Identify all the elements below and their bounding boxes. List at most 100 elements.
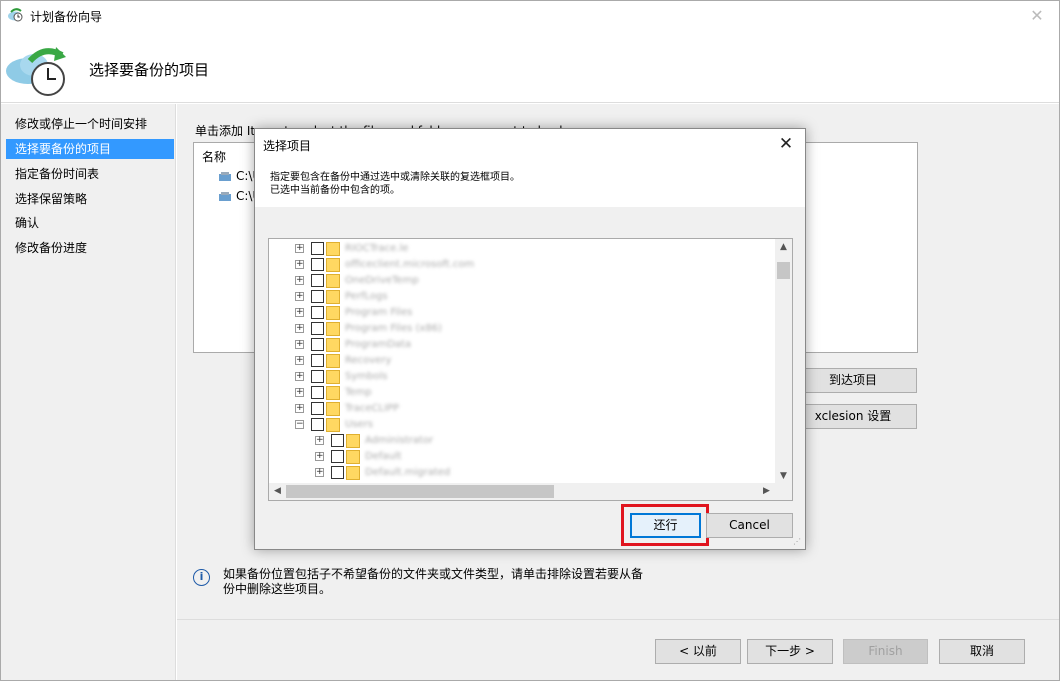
- vertical-scroll-thumb[interactable]: [777, 262, 790, 279]
- restore-ok-button[interactable]: 还行: [630, 513, 701, 538]
- step-retention-policy[interactable]: 选择保留策略: [6, 189, 174, 209]
- horizontal-scrollbar[interactable]: ◀ ▶: [269, 483, 775, 500]
- dialog-description: 指定要包含在备份中通过选中或清除关联的复选框项目。 已选中当前备份中包含的项。: [270, 171, 520, 197]
- expand-icon[interactable]: +: [295, 244, 304, 253]
- dialog-description-area: 指定要包含在备份中通过选中或清除关联的复选框项目。 已选中当前备份中包含的项。: [255, 159, 805, 207]
- finish-button[interactable]: Finish: [843, 639, 928, 664]
- tree-node[interactable]: + ProgramData: [269, 337, 774, 353]
- highlight-box: 还行: [621, 504, 709, 546]
- wizard-steps: 修改或停止一个时间安排 选择要备份的项目 指定备份时间表 选择保留策略 确认 修…: [1, 104, 176, 680]
- step-select-items[interactable]: 选择要备份的项目: [6, 139, 174, 159]
- cancel-button[interactable]: 取消: [939, 639, 1025, 664]
- tree-checkbox[interactable]: [331, 450, 344, 463]
- vertical-scrollbar[interactable]: ▲ ▼: [775, 239, 792, 485]
- expand-icon[interactable]: +: [295, 324, 304, 333]
- tree-node-label: TraceCLIPP: [345, 403, 400, 414]
- scroll-up-icon[interactable]: ▲: [775, 239, 792, 256]
- expand-icon[interactable]: +: [295, 356, 304, 365]
- folder-icon: [326, 274, 340, 288]
- expand-icon[interactable]: +: [295, 308, 304, 317]
- step-modify-progress[interactable]: 修改备份进度: [6, 238, 174, 258]
- window-close-icon[interactable]: ✕: [1027, 6, 1047, 26]
- tree-checkbox[interactable]: [311, 386, 324, 399]
- tree-node[interactable]: + Program Files (x86): [269, 321, 774, 337]
- scroll-corner: [775, 483, 792, 500]
- tree-checkbox[interactable]: [311, 402, 324, 415]
- backup-clock-icon: [6, 47, 66, 96]
- tree-checkbox[interactable]: [311, 258, 324, 271]
- tree-node[interactable]: + TraceCLIPP: [269, 401, 774, 417]
- tree-node[interactable]: + officeclient.microsoft.com: [269, 257, 774, 273]
- folder-icon: [326, 354, 340, 368]
- expand-icon[interactable]: +: [315, 468, 324, 477]
- tree-checkbox[interactable]: [311, 306, 324, 319]
- expand-icon[interactable]: +: [295, 276, 304, 285]
- tree-checkbox[interactable]: [311, 322, 324, 335]
- dialog-title-bar: 选择项目 ✕: [255, 129, 805, 159]
- tree-node-label: Recovery: [345, 355, 392, 366]
- dialog-title: 选择项目: [263, 139, 312, 153]
- folder-icon: [326, 338, 340, 352]
- folder-icon: [326, 418, 340, 432]
- tree-node[interactable]: + Program Files: [269, 305, 774, 321]
- previous-button[interactable]: < 以前: [655, 639, 741, 664]
- expand-icon[interactable]: +: [295, 260, 304, 269]
- tree-node[interactable]: + Administrator: [269, 433, 774, 449]
- expand-icon[interactable]: +: [295, 404, 304, 413]
- scroll-right-icon[interactable]: ▶: [758, 483, 775, 500]
- folder-tree[interactable]: + Default.migrated + Default + Administrator −…: [268, 238, 793, 501]
- wizard-header: 选择要备份的项目: [1, 31, 1059, 103]
- tree-checkbox[interactable]: [311, 370, 324, 383]
- select-items-dialog: 选择项目 ✕ 指定要包含在备份中通过选中或清除关联的复选框项目。 已选中当前备份…: [254, 128, 806, 550]
- tree-node[interactable]: + Recovery: [269, 353, 774, 369]
- folder-icon: [346, 434, 360, 448]
- folder-icon: [346, 466, 360, 480]
- add-items-button[interactable]: 到达项目: [789, 368, 917, 393]
- tree-node[interactable]: + Default.migrated: [269, 465, 774, 481]
- tree-checkbox[interactable]: [311, 290, 324, 303]
- collapse-icon[interactable]: −: [295, 420, 304, 429]
- window-title: 计划备份向导: [30, 10, 103, 24]
- expand-icon[interactable]: +: [315, 436, 324, 445]
- tree-checkbox[interactable]: [311, 274, 324, 287]
- next-button[interactable]: 下一步 >: [747, 639, 833, 664]
- exclusion-settings-button[interactable]: xclesion 设置: [789, 404, 917, 429]
- dialog-close-icon[interactable]: ✕: [775, 133, 797, 155]
- expand-icon[interactable]: +: [295, 340, 304, 349]
- expand-icon[interactable]: +: [295, 292, 304, 301]
- tree-node[interactable]: + Temp: [269, 385, 774, 401]
- title-bar: 计划备份向导 ✕: [1, 1, 1059, 31]
- tree-checkbox[interactable]: [331, 466, 344, 479]
- resize-grip-icon[interactable]: ⋰: [793, 537, 803, 547]
- step-modify-schedule[interactable]: 修改或停止一个时间安排: [6, 114, 174, 134]
- tree-checkbox[interactable]: [311, 418, 324, 431]
- tree-checkbox[interactable]: [311, 354, 324, 367]
- expand-icon[interactable]: +: [315, 452, 324, 461]
- tree-node[interactable]: + Symbols: [269, 369, 774, 385]
- step-confirm[interactable]: 确认: [6, 213, 174, 233]
- dialog-cancel-button[interactable]: Cancel: [706, 513, 793, 538]
- folder-icon: [326, 322, 340, 336]
- scroll-left-icon[interactable]: ◀: [269, 483, 286, 500]
- tree-checkbox[interactable]: [311, 338, 324, 351]
- step-specify-schedule[interactable]: 指定备份时间表: [6, 164, 174, 184]
- description-line-2: 已选中当前备份中包含的项。: [270, 185, 400, 196]
- horizontal-scroll-thumb[interactable]: [286, 485, 554, 498]
- tree-checkbox[interactable]: [311, 242, 324, 255]
- folder-icon: [326, 242, 340, 256]
- expand-icon[interactable]: +: [295, 372, 304, 381]
- folder-icon: [326, 402, 340, 416]
- drive-icon: [218, 191, 232, 203]
- tree-node[interactable]: + OneDriveTemp: [269, 273, 774, 289]
- tree-node[interactable]: + Default: [269, 449, 774, 465]
- expand-icon[interactable]: +: [295, 388, 304, 397]
- page-heading: 选择要备份的项目: [89, 61, 210, 79]
- info-icon: i: [193, 569, 210, 586]
- tree-node[interactable]: + PerfLogs: [269, 289, 774, 305]
- tree-checkbox[interactable]: [331, 434, 344, 447]
- tree-node[interactable]: + RIOCTrace.le: [269, 241, 774, 257]
- backup-app-icon: [8, 8, 23, 22]
- footer-divider: [177, 619, 1059, 620]
- description-line-1: 指定要包含在备份中通过选中或清除关联的复选框项目。: [270, 172, 520, 183]
- tree-node[interactable]: − Users: [269, 417, 774, 433]
